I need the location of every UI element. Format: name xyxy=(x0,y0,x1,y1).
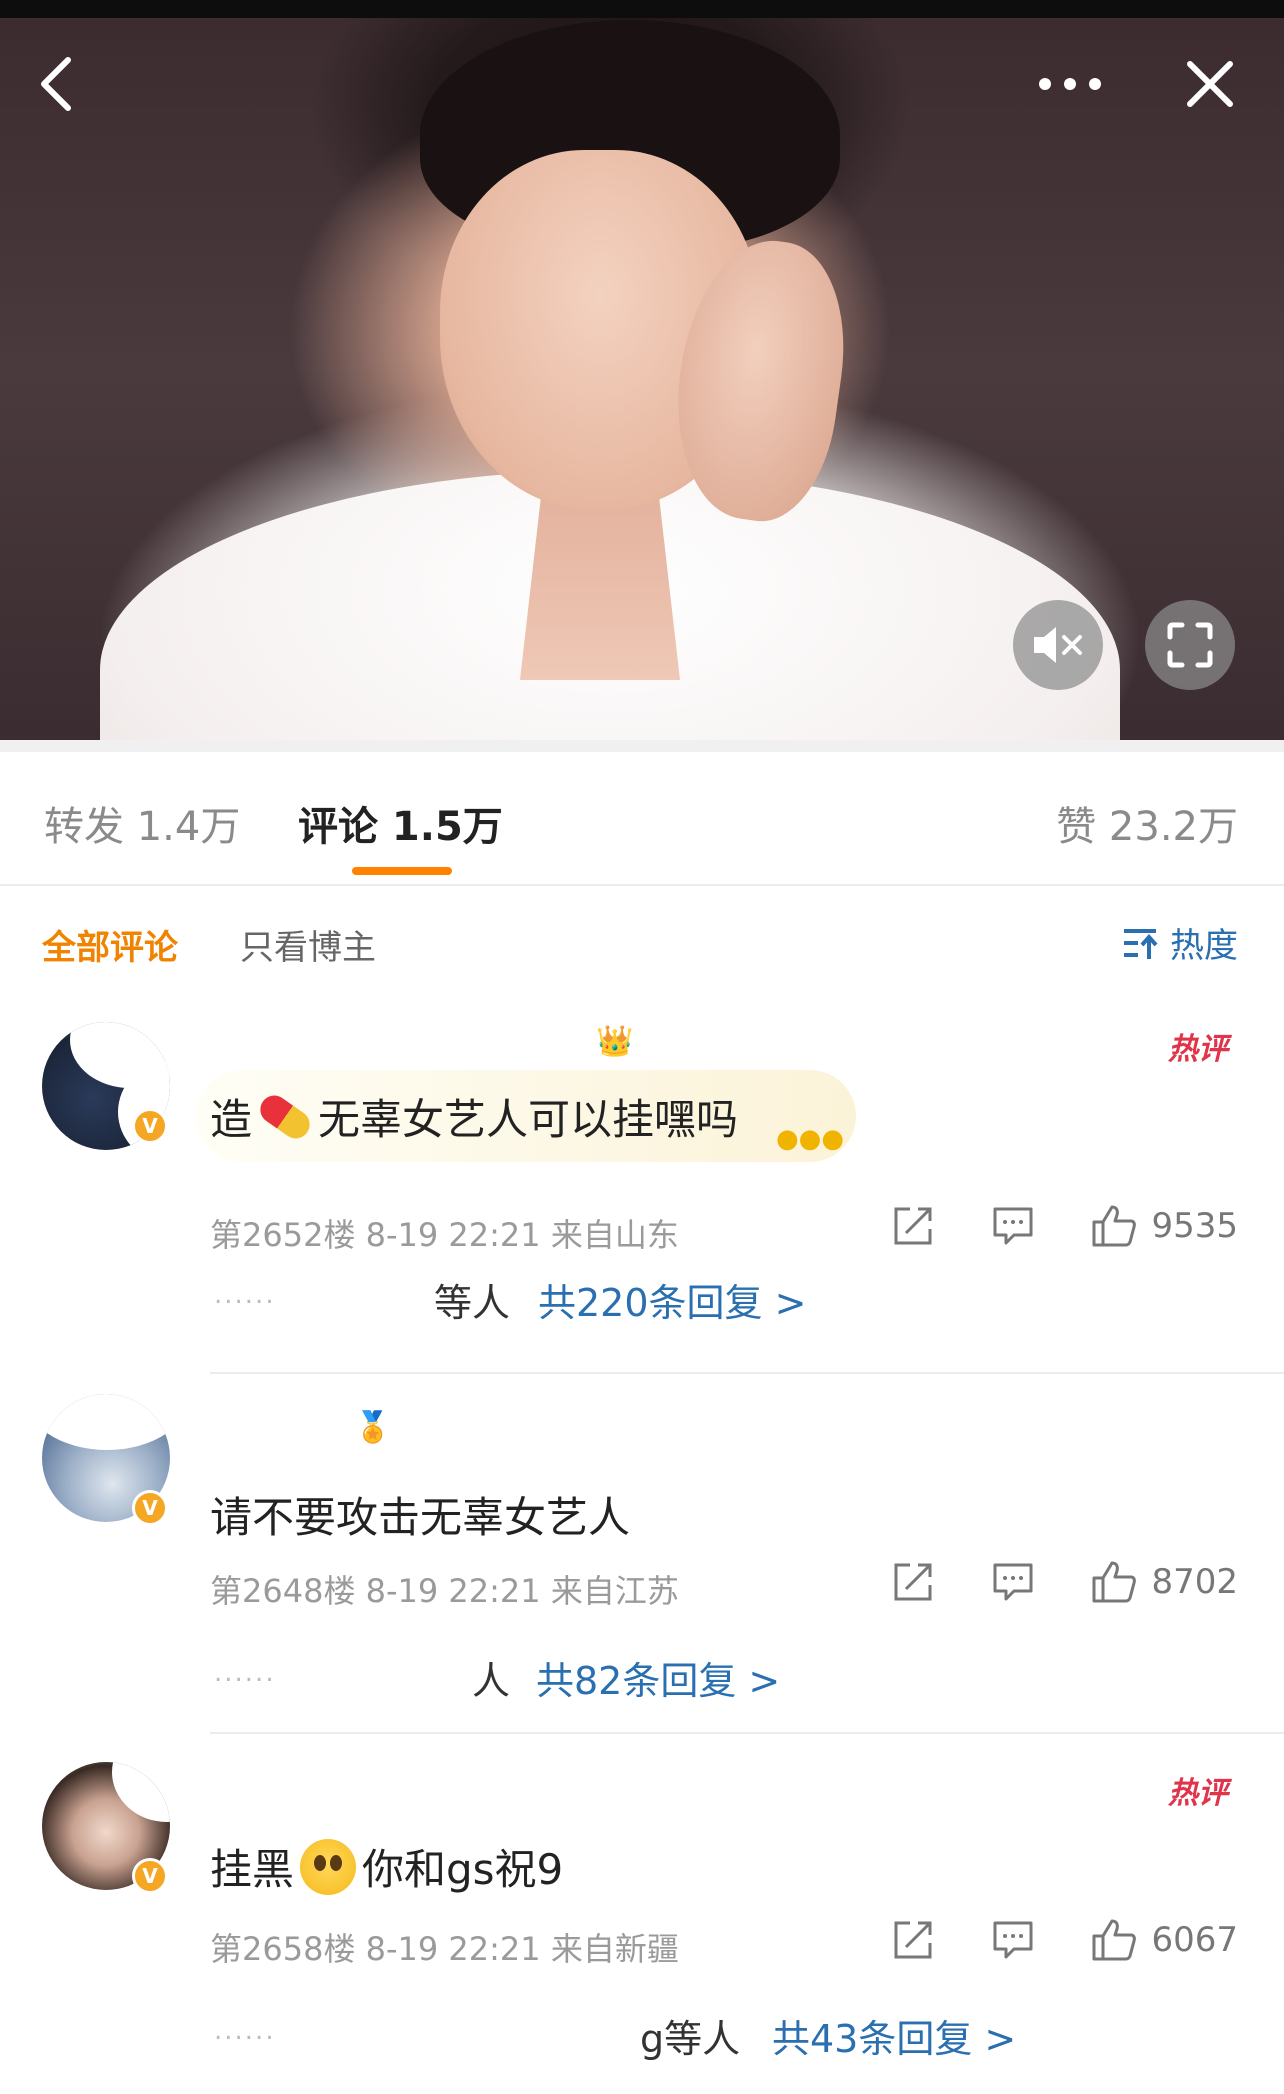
close-button[interactable] xyxy=(1180,52,1240,116)
reply-icon xyxy=(993,1207,1033,1245)
like-icon xyxy=(1092,1205,1137,1247)
reply-avatars-placeholder: ...... xyxy=(214,1658,276,1688)
fullscreen-button[interactable] xyxy=(1145,600,1235,690)
comment-text[interactable]: 造 无辜女艺人可以挂嘿吗 xyxy=(210,1086,738,1147)
comment-filters: 全部评论 只看博主 热度 xyxy=(0,886,1284,996)
filter-all-comments[interactable]: 全部评论 xyxy=(42,920,178,969)
reply-users: 人 xyxy=(472,1659,511,1703)
back-button[interactable] xyxy=(26,52,86,116)
reply-icon xyxy=(993,1563,1033,1601)
reply-button[interactable] xyxy=(991,1918,1035,1962)
comment-text-part: 无辜女艺人可以挂嘿吗 xyxy=(318,1095,739,1144)
pleading-face-emoji-icon xyxy=(300,1838,357,1895)
comment-text-part: 你和gs祝9 xyxy=(362,1845,564,1894)
status-strip xyxy=(0,0,1284,18)
mute-icon xyxy=(1034,627,1082,663)
verified-badge: V xyxy=(132,1490,168,1526)
reply-avatars-placeholder: ...... xyxy=(214,2016,276,2046)
sort-icon xyxy=(1124,928,1158,959)
share-button[interactable] xyxy=(891,1918,935,1962)
reply-button[interactable] xyxy=(991,1560,1035,1604)
comment-actions: 9535 xyxy=(835,1204,1238,1248)
post-tabs: 转发 1.4万 评论 1.5万 赞 23.2万 xyxy=(0,752,1284,886)
medal-icon: 🏅 xyxy=(354,1410,392,1445)
hot-comment-tag: 热评 xyxy=(1168,1776,1228,1811)
share-button[interactable] xyxy=(891,1560,935,1604)
like-count: 8702 xyxy=(1151,1562,1238,1602)
share-button[interactable] xyxy=(891,1204,935,1248)
comment-time: 8-19 22:21 xyxy=(365,1930,541,1968)
fullscreen-icon xyxy=(1167,622,1213,668)
filter-author-only[interactable]: 只看博主 xyxy=(240,920,376,969)
more-button[interactable] xyxy=(1030,62,1110,106)
like-icon xyxy=(1092,1919,1137,1961)
like-count: 6067 xyxy=(1151,1920,1238,1960)
pill-emoji-icon xyxy=(254,1089,316,1144)
like-count: 9535 xyxy=(1151,1206,1238,1246)
share-icon xyxy=(894,1207,932,1245)
view-replies-link[interactable]: 共43条回复 > xyxy=(772,2008,1016,2063)
like-button[interactable]: 6067 xyxy=(1091,1918,1238,1962)
comment-time: 8-19 22:21 xyxy=(365,1572,541,1610)
like-button[interactable]: 8702 xyxy=(1091,1560,1238,1604)
comment-item: V 👑 热评 造 无辜女艺人可以挂嘿吗 ●●● 第2652楼 8-19 22:2… xyxy=(0,996,1284,1376)
active-tab-indicator xyxy=(352,867,452,875)
like-button[interactable]: 9535 xyxy=(1091,1204,1238,1248)
floor-number: 第2648楼 xyxy=(210,1572,356,1610)
verified-badge: V xyxy=(132,1108,168,1144)
tab-likes[interactable]: 赞 23.2万 xyxy=(1056,794,1238,852)
share-icon xyxy=(894,1921,932,1959)
share-icon xyxy=(894,1563,932,1601)
mute-button[interactable] xyxy=(1013,600,1103,690)
comment-text-part: 造 xyxy=(210,1095,253,1144)
video-player[interactable] xyxy=(0,0,1284,740)
comment-text-part: 挂黑 xyxy=(210,1845,295,1894)
reply-users: g等人 xyxy=(640,2017,741,2061)
tab-comments[interactable]: 评论 1.5万 xyxy=(298,794,503,852)
crown-medal-icon: 👑 xyxy=(596,1024,634,1059)
coins-decoration-icon: ●●● xyxy=(776,1124,845,1154)
close-icon xyxy=(1187,61,1233,107)
sort-label: 热度 xyxy=(1170,926,1238,966)
view-replies-link[interactable]: 共220条回复 > xyxy=(538,1272,806,1327)
reply-button[interactable] xyxy=(991,1204,1035,1248)
reply-users: 等人 xyxy=(434,1281,511,1325)
comment-item: V 🏅 请不要攻击无辜女艺人 第2648楼 8-19 22:21 来自江苏 87… xyxy=(0,1374,1284,1734)
comment-text[interactable]: 挂黑 你和gs祝9 xyxy=(210,1836,563,1897)
comment-actions: 6067 xyxy=(835,1918,1238,1962)
comment-location: 来自山东 xyxy=(550,1216,679,1254)
like-icon xyxy=(1092,1561,1137,1603)
more-icon xyxy=(1039,78,1101,90)
verified-badge: V xyxy=(132,1858,168,1894)
comment-meta: 第2652楼 8-19 22:21 来自山东 xyxy=(210,1210,679,1256)
comment-time: 8-19 22:21 xyxy=(365,1216,541,1254)
sort-hot-button[interactable]: 热度 xyxy=(1122,918,1238,967)
comment-meta: 第2658楼 8-19 22:21 来自新疆 xyxy=(210,1924,679,1970)
comment-location: 来自江苏 xyxy=(550,1572,679,1610)
floor-number: 第2658楼 xyxy=(210,1930,356,1968)
reply-icon xyxy=(993,1921,1033,1959)
comment-text[interactable]: 请不要攻击无辜女艺人 xyxy=(210,1484,630,1545)
section-gap xyxy=(0,740,1284,752)
reply-avatars-placeholder: ...... xyxy=(214,1280,276,1310)
comment-item: V 热评 挂黑 你和gs祝9 第2658楼 8-19 22:21 来自新疆 60… xyxy=(0,1732,1284,2094)
comment-actions: 8702 xyxy=(835,1560,1238,1604)
back-icon xyxy=(41,57,71,111)
comment-location: 来自新疆 xyxy=(550,1930,679,1968)
comment-meta: 第2648楼 8-19 22:21 来自江苏 xyxy=(210,1566,679,1612)
floor-number: 第2652楼 xyxy=(210,1216,356,1254)
tab-repost[interactable]: 转发 1.4万 xyxy=(44,794,240,852)
hot-comment-tag: 热评 xyxy=(1168,1032,1228,1067)
view-replies-link[interactable]: 共82条回复 > xyxy=(536,1650,780,1705)
